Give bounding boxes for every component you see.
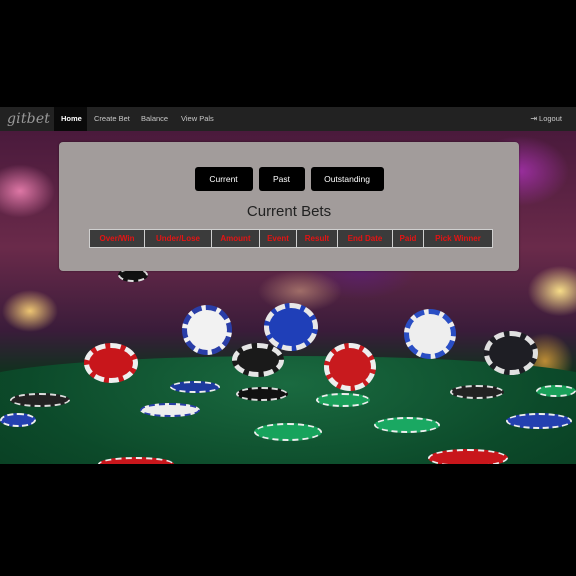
poker-chip — [374, 417, 440, 433]
page-title: Current Bets — [246, 203, 332, 220]
tab-outstanding[interactable]: Outstanding — [310, 167, 384, 191]
column-header-result: Result — [296, 229, 338, 248]
tab-past[interactable]: Past — [258, 167, 305, 191]
bets-table: Over/Win Under/Lose Amount Event Result … — [89, 229, 493, 248]
poker-chip — [0, 413, 36, 427]
poker-chip — [404, 309, 456, 359]
brand-logo[interactable]: gitbet — [7, 107, 50, 131]
poker-chip — [316, 393, 370, 407]
poker-chip — [536, 385, 576, 397]
column-header-over-win: Over/Win — [89, 229, 145, 248]
poker-chip — [236, 387, 288, 401]
poker-chip — [182, 305, 232, 355]
bets-panel: Current Past Outstanding Current Bets Ov… — [59, 142, 519, 271]
poker-chip — [98, 457, 174, 464]
poker-chip — [484, 331, 538, 375]
poker-chip — [506, 413, 572, 429]
poker-chip — [10, 393, 70, 407]
column-header-event: Event — [259, 229, 297, 248]
sign-out-icon: ⇥ — [530, 114, 538, 123]
nav-create-bet[interactable]: Create Bet — [87, 107, 137, 131]
logout-label: Logout — [539, 114, 562, 123]
poker-chip — [428, 449, 508, 464]
poker-chip — [140, 403, 200, 417]
column-header-amount: Amount — [211, 229, 260, 248]
column-header-under-lose: Under/Lose — [144, 229, 212, 248]
bet-filter-tabs: Current Past Outstanding — [59, 167, 519, 191]
top-navbar: gitbet Home Create Bet Balance View Pals… — [0, 107, 576, 132]
poker-chip — [324, 343, 376, 391]
nav-view-pals[interactable]: View Pals — [174, 107, 221, 131]
column-header-end-date: End Date — [337, 229, 393, 248]
tab-current[interactable]: Current — [194, 167, 253, 191]
nav-balance[interactable]: Balance — [134, 107, 175, 131]
table-header-row: Over/Win Under/Lose Amount Event Result … — [89, 229, 493, 248]
poker-chip — [232, 343, 284, 377]
poker-chip — [84, 343, 138, 383]
column-header-paid: Paid — [392, 229, 424, 248]
poker-chip — [264, 303, 318, 351]
nav-home[interactable]: Home — [54, 107, 87, 131]
poker-chip — [254, 423, 322, 441]
poker-chip — [170, 381, 220, 393]
column-header-pick-winner: Pick Winner — [423, 229, 493, 248]
poker-chip — [450, 385, 504, 399]
logout-link[interactable]: ⇥ Logout — [530, 107, 562, 131]
